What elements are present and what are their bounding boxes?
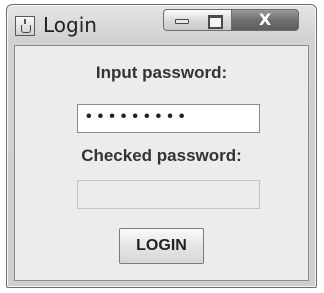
checked-password-field[interactable] [77,180,260,209]
close-icon: X [258,10,272,29]
cup-shape [21,25,31,33]
maximize-icon [208,15,223,29]
close-button[interactable]: X [231,9,299,31]
maximize-button[interactable] [198,9,232,31]
login-window: Login X Input password: ••••••••• Checke… [6,4,317,288]
login-button[interactable]: LOGIN [119,228,204,264]
password-input[interactable]: ••••••••• [77,104,260,133]
window-title: Login [43,13,97,37]
steam-shape [24,19,26,24]
content-panel: Input password: ••••••••• Checked passwo… [14,45,309,281]
minimize-button[interactable] [163,9,199,31]
java-cup-icon[interactable] [15,16,35,36]
minimize-icon [175,19,189,24]
password-label: Input password: [95,63,228,82]
checked-password-label: Checked password: [81,146,242,165]
title-bar[interactable]: Login X [7,5,316,45]
